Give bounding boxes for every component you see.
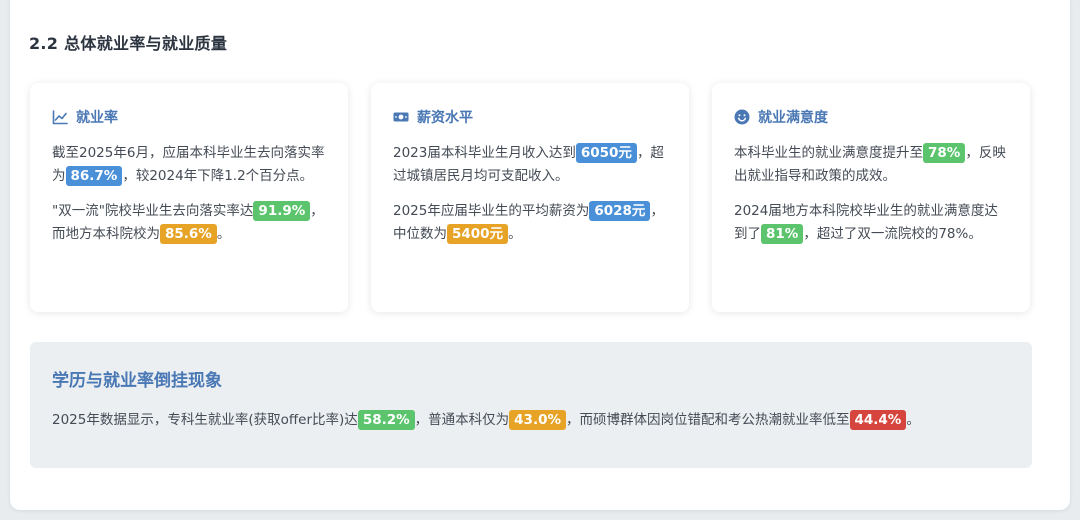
text: ，超过了双一流院校的78%。 bbox=[803, 226, 982, 242]
satisfaction-card: 就业满意度 本科毕业生的就业满意度提升至 78% ，反映出就业指导和政策的成效。 2… bbox=[712, 83, 1030, 312]
text: 本科毕业生的就业满意度提升至 bbox=[734, 145, 923, 161]
card-title: 就业率 bbox=[76, 110, 118, 126]
card-header: 就业率 bbox=[52, 107, 328, 127]
card-paragraph: 2025年应届毕业生的平均薪资为 6028元 ，中位数为 5400元。 bbox=[393, 200, 669, 246]
smile-icon bbox=[734, 109, 750, 125]
card-paragraph: 截至2025年6月，应届本科毕业生去向落实率为 86.7% ，较2024年下降1.2… bbox=[52, 142, 328, 188]
text: 。 bbox=[216, 226, 231, 242]
text: 2025年应届毕业生的平均薪资为 bbox=[393, 203, 590, 219]
highlight-badge: 6028元 bbox=[589, 201, 651, 221]
text: 。 bbox=[508, 226, 522, 242]
highlight-badge: 5400元 bbox=[447, 224, 509, 244]
highlight-badge: 81% bbox=[761, 224, 804, 244]
text: 2023届本科毕业生月收入达到 bbox=[393, 145, 576, 161]
highlight-badge: 58.2% bbox=[357, 410, 415, 430]
text: "双一流"院校毕业生去向落实率达 bbox=[52, 203, 254, 219]
card-paragraph: 2023届本科毕业生月收入达到 6050元 ，超过城镇居民月均可支配收入。 bbox=[393, 142, 669, 188]
text: ，而硕博群体因岗位错配和考公热潮就业率低至 bbox=[566, 412, 850, 428]
highlight-badge: 78% bbox=[923, 143, 966, 163]
text: 2025年数据显示，专科生就业率(获取offer比率)达 bbox=[52, 412, 358, 428]
salary-card: 薪资水平 2023届本科毕业生月收入达到 6050元 ，超过城镇居民月均可支配收入。… bbox=[371, 83, 689, 312]
inversion-phenomenon-box: 学历与就业率倒挂现象 2025年数据显示，专科生就业率(获取offer比率)达 5… bbox=[30, 342, 1032, 468]
box-paragraph: 2025年数据显示，专科生就业率(获取offer比率)达 58.2% ，普通本科仅为… bbox=[52, 409, 1010, 432]
card-header: 薪资水平 bbox=[393, 107, 669, 127]
highlight-badge: 86.7% bbox=[65, 166, 123, 186]
card-title: 薪资水平 bbox=[417, 110, 473, 126]
highlight-badge: 43.0% bbox=[509, 410, 566, 430]
highlight-badge: 44.4% bbox=[849, 410, 907, 430]
highlight-badge: 85.6% bbox=[160, 224, 217, 244]
section-title: 2.2 总体就业率与就业质量 bbox=[29, 34, 228, 53]
text: ，较2024年下降1.2个百分点。 bbox=[122, 168, 314, 184]
line-chart-icon bbox=[52, 109, 68, 125]
box-title: 学历与就业率倒挂现象 bbox=[52, 371, 222, 391]
card-paragraph: 本科毕业生的就业满意度提升至 78% ，反映出就业指导和政策的成效。 bbox=[734, 142, 1010, 188]
highlight-badge: 6050元 bbox=[575, 143, 637, 163]
text: ，普通本科仅为 bbox=[414, 412, 510, 428]
card-title: 就业满意度 bbox=[758, 110, 828, 126]
card-paragraph: 2024届地方本科院校毕业生的就业满意度达到了 81% ，超过了双一流院校的78%。 bbox=[734, 200, 1010, 246]
employment-rate-card: 就业率 截至2025年6月，应届本科毕业生去向落实率为 86.7% ，较2024年下… bbox=[30, 83, 348, 312]
card-header: 就业满意度 bbox=[734, 107, 1010, 127]
card-paragraph: "双一流"院校毕业生去向落实率达 91.9% ，而地方本科院校为 85.6%。 bbox=[52, 200, 328, 246]
money-icon bbox=[393, 109, 409, 125]
highlight-badge: 91.9% bbox=[253, 201, 311, 221]
text: 。 bbox=[906, 412, 920, 428]
